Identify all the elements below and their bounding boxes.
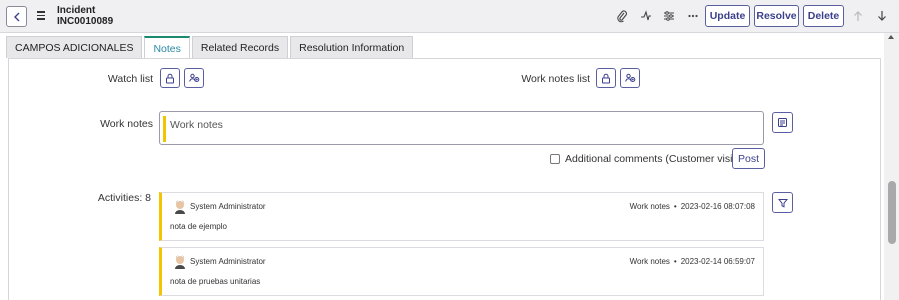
form-header: Incident INC0010089 Update Resolve Delet… [0, 0, 899, 33]
back-icon [13, 12, 19, 21]
page-scrollbar[interactable] [884, 33, 899, 300]
paperclip-icon[interactable] [615, 9, 629, 23]
work-notes-list-label: Work notes list [521, 73, 590, 85]
additional-comments-label: Additional comments (Customer visible) [565, 153, 750, 165]
avatar [175, 200, 185, 214]
scrollbar-thumb[interactable] [888, 181, 896, 244]
add-user-icon [188, 73, 199, 82]
activity-meta: Work notes • 2023-02-16 08:07:08 [629, 202, 755, 211]
activity-timestamp: 2023-02-14 06:59:07 [680, 257, 755, 266]
avatar [175, 255, 185, 269]
additional-comments-checkbox[interactable] [550, 154, 560, 164]
post-button[interactable]: Post [732, 148, 765, 169]
form-tabs: CAMPOS ADICIONALES Notes Related Records… [6, 36, 415, 59]
work-notes-field[interactable]: Work notes [159, 111, 764, 145]
add-user-icon [624, 73, 635, 82]
work-notes-placeholder: Work notes [170, 119, 223, 131]
notes-stack-icon [778, 118, 787, 127]
record-title: Incident INC0010089 [57, 5, 113, 27]
activity-timestamp: 2023-02-16 08:07:08 [680, 202, 755, 211]
activity-icon[interactable] [639, 9, 653, 23]
activity-entry: System Administrator Work notes • 2023-02-… [159, 192, 764, 241]
tab-campos-adicionales[interactable]: CAMPOS ADICIONALES [6, 36, 143, 58]
lock-icon [166, 73, 174, 83]
tab-related-records[interactable]: Related Records [191, 36, 289, 58]
activity-text: nota de pruebas unitarias [170, 277, 261, 286]
more-icon[interactable] [686, 9, 700, 23]
menu-icon[interactable] [37, 11, 45, 20]
back-button[interactable] [6, 6, 27, 27]
activity-text: nota de ejemplo [170, 222, 227, 231]
work-note-indicator [163, 116, 166, 142]
lock-icon [602, 73, 610, 83]
watch-list-add-me-button[interactable] [184, 68, 204, 88]
update-button[interactable]: Update [705, 5, 750, 27]
arrow-up-icon[interactable] [852, 9, 864, 23]
journal-fields-button[interactable] [772, 112, 793, 133]
activity-author: System Administrator [190, 257, 266, 266]
work-notes-list-lock-button[interactable] [596, 68, 616, 88]
delete-button[interactable]: Delete [803, 5, 844, 27]
activity-type: Work notes [629, 202, 670, 211]
scroll-up-arrow-icon[interactable] [888, 35, 894, 39]
activity-filter-button[interactable] [772, 192, 793, 213]
work-notes-label: Work notes [100, 118, 153, 130]
tab-resolution-information[interactable]: Resolution Information [290, 36, 414, 58]
work-notes-list-add-me-button[interactable] [620, 68, 640, 88]
tab-notes[interactable]: Notes [144, 36, 190, 59]
watch-list-lock-button[interactable] [160, 68, 180, 88]
watch-list-label: Watch list [107, 73, 153, 85]
activity-entry: System Administrator Work notes • 2023-02-… [159, 247, 764, 296]
activity-author: System Administrator [190, 202, 266, 211]
activities-label: Activities: 8 [97, 192, 151, 204]
activity-meta: Work notes • 2023-02-14 06:59:07 [629, 257, 755, 266]
activity-type: Work notes [629, 257, 670, 266]
arrow-down-icon[interactable] [876, 9, 888, 23]
record-type: Incident [57, 5, 96, 16]
record-number: INC0010089 [57, 16, 114, 27]
settings-sliders-icon[interactable] [662, 9, 676, 23]
resolve-button[interactable]: Resolve [754, 5, 799, 27]
filter-icon [777, 198, 788, 208]
